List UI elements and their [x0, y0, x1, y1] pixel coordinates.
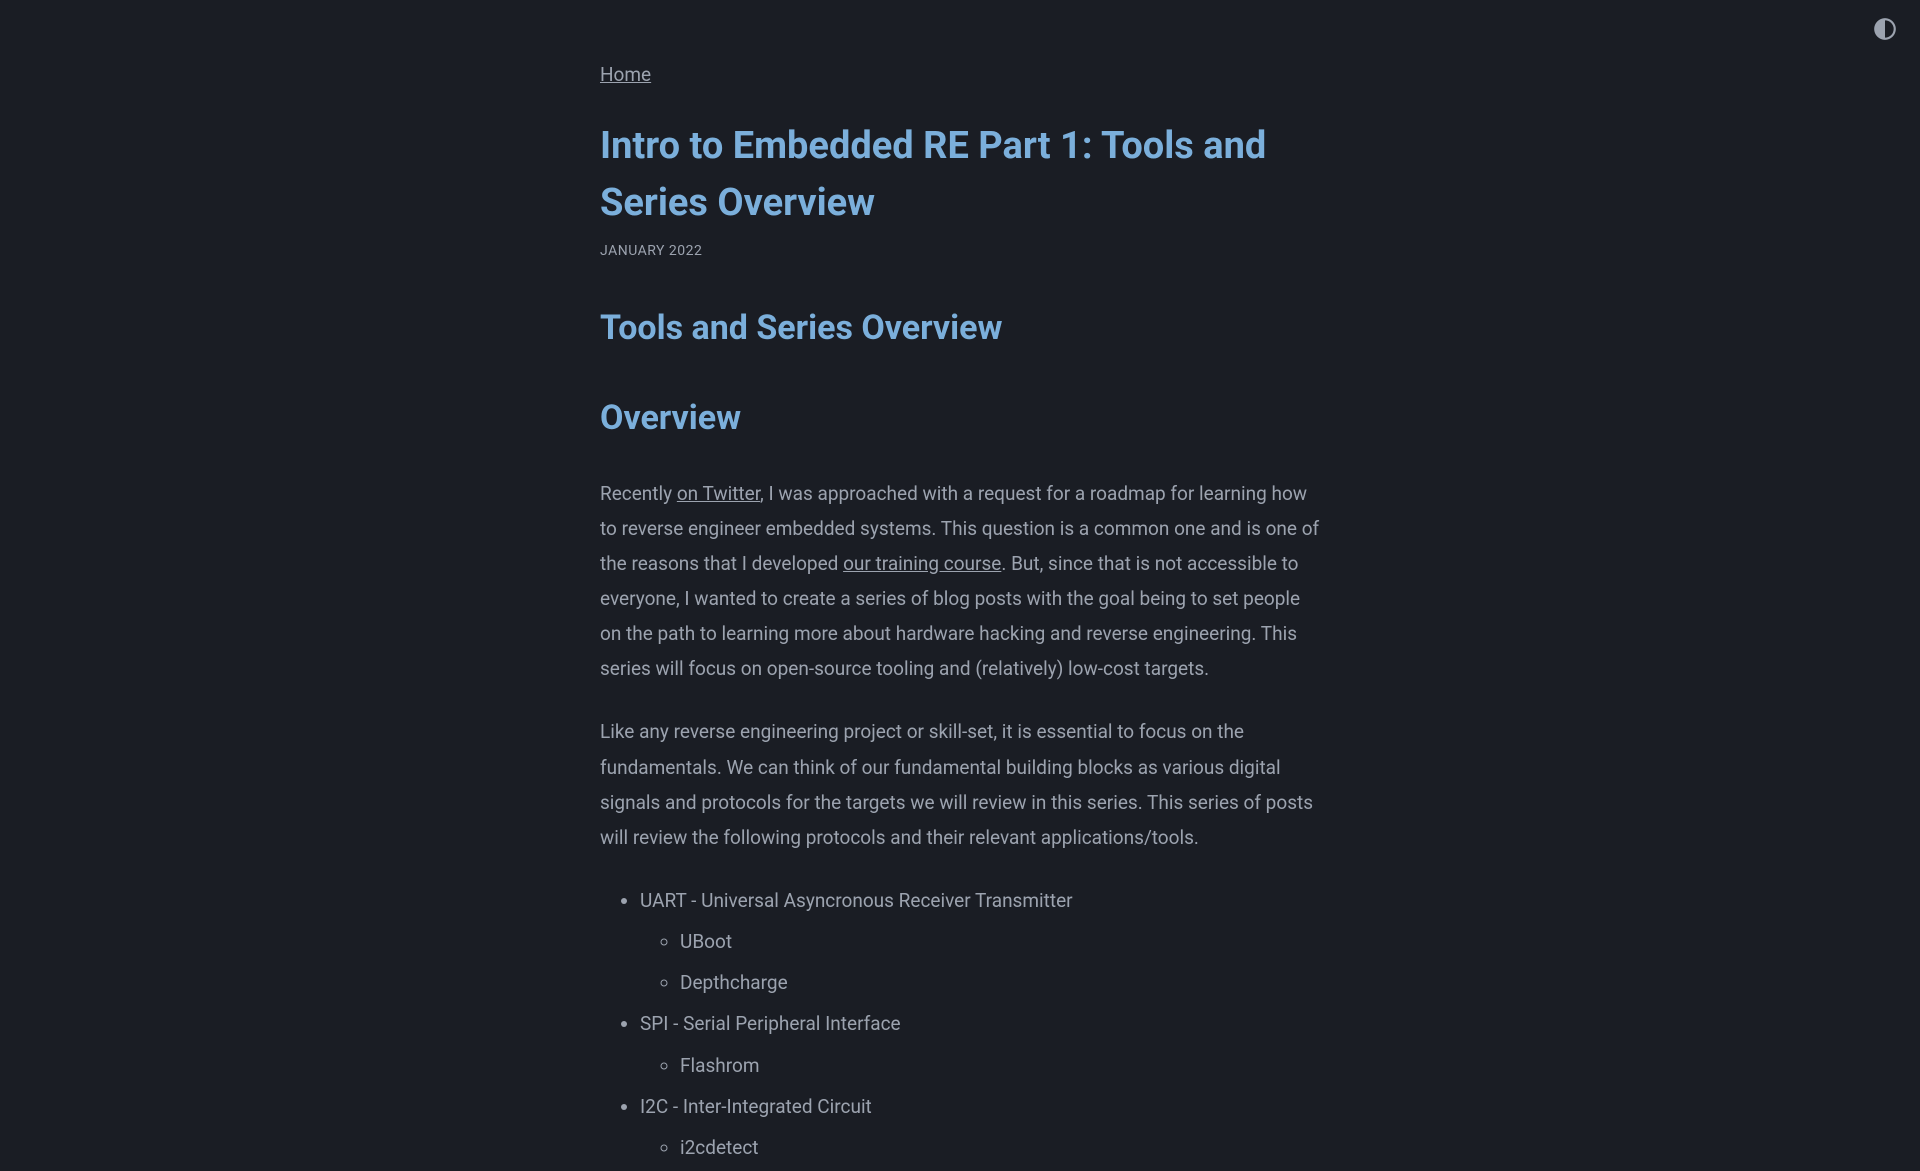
- publish-date: JANUARY 2022: [600, 240, 1320, 262]
- home-link[interactable]: Home: [600, 63, 651, 86]
- half-circle-icon: [1872, 16, 1898, 42]
- list-item: SPI - Serial Peripheral Interface: [640, 1006, 1320, 1041]
- twitter-link[interactable]: on Twitter: [677, 482, 760, 505]
- text-fragment: Recently: [600, 482, 677, 505]
- theme-toggle-button[interactable]: [1872, 16, 1898, 42]
- paragraph-intro: Recently on Twitter, I was approached wi…: [600, 476, 1320, 687]
- protocols-list: UART - Universal Asyncronous Receiver Tr…: [600, 883, 1320, 1165]
- section-tools-title: Tools and Series Overview: [600, 301, 1320, 355]
- list-item: UBoot: [680, 924, 1320, 959]
- training-course-link[interactable]: our training course: [843, 552, 1001, 575]
- list-item: UART - Universal Asyncronous Receiver Tr…: [640, 883, 1320, 918]
- list-item: i2cdetect: [680, 1130, 1320, 1165]
- list-item: I2C - Inter-Integrated Circuit: [640, 1089, 1320, 1124]
- page-title: Intro to Embedded RE Part 1: Tools and S…: [600, 118, 1320, 232]
- paragraph-fundamentals: Like any reverse engineering project or …: [600, 714, 1320, 855]
- list-item: Flashrom: [680, 1048, 1320, 1083]
- list-item: Depthcharge: [680, 965, 1320, 1000]
- breadcrumb: Home: [600, 60, 1320, 90]
- article-container: Home Intro to Embedded RE Part 1: Tools …: [600, 0, 1320, 1165]
- section-overview-title: Overview: [600, 391, 1320, 445]
